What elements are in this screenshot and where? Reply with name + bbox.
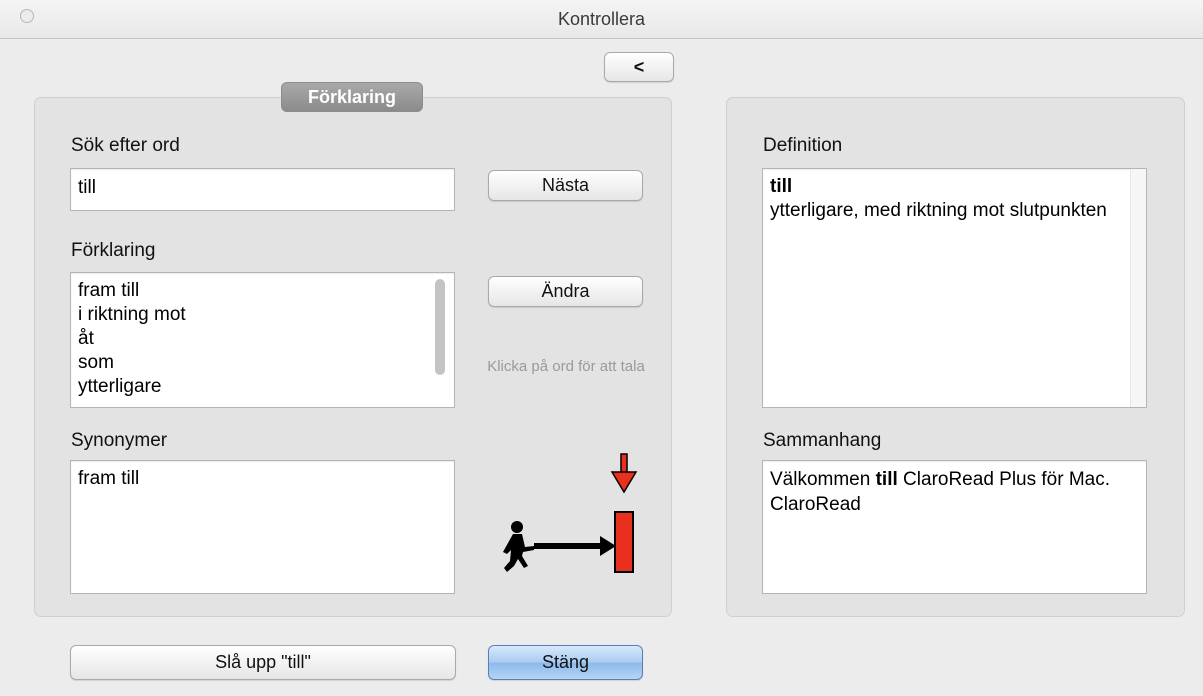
context-label: Sammanhang	[763, 430, 882, 451]
list-item[interactable]: i riktning mot	[78, 303, 186, 327]
change-button[interactable]: Ändra	[488, 276, 643, 307]
click-hint-text: Klicka på ord för att tala	[487, 358, 645, 375]
list-item[interactable]: fram till	[78, 467, 139, 491]
panel-tab-label: Förklaring	[281, 82, 423, 112]
definition-box[interactable]: till ytterligare, med riktning mot slutp…	[762, 168, 1147, 408]
context-highlight-word[interactable]: till	[876, 469, 898, 490]
search-label: Sök efter ord	[71, 135, 180, 156]
definition-word: till	[770, 176, 793, 197]
close-button[interactable]: Stäng	[488, 645, 643, 680]
context-box[interactable]: Välkommen till ClaroRead Plus för Mac. C…	[762, 460, 1147, 594]
definition-scrollbar[interactable]	[1130, 169, 1146, 407]
list-item[interactable]: som	[78, 351, 186, 375]
search-input[interactable]: till	[70, 168, 455, 211]
list-item[interactable]: fram till	[78, 279, 186, 303]
back-button[interactable]: <	[604, 52, 674, 82]
explanation-list[interactable]: fram till i riktning mot åt som ytterlig…	[70, 272, 455, 408]
window-title: Kontrollera	[557, 9, 646, 29]
next-button[interactable]: Nästa	[488, 170, 643, 201]
definition-label: Definition	[763, 135, 843, 156]
definition-text: ytterligare, med riktning mot slutpunkte…	[770, 200, 1107, 221]
synonyms-list[interactable]: fram till	[70, 460, 455, 594]
synonyms-label: Synonymer	[71, 430, 168, 451]
context-text-before[interactable]: Välkommen	[770, 469, 876, 490]
list-item[interactable]: ytterligare	[78, 375, 186, 399]
explanation-label: Förklaring	[71, 240, 156, 261]
explanation-scrollbar[interactable]	[435, 279, 445, 375]
lookup-button[interactable]: Slå upp "till"	[70, 645, 456, 680]
list-item[interactable]: åt	[78, 327, 186, 351]
title-bar: Kontrollera	[0, 0, 1203, 39]
search-input-value[interactable]: till	[78, 175, 96, 201]
person-walking-to-target-icon	[503, 453, 638, 573]
